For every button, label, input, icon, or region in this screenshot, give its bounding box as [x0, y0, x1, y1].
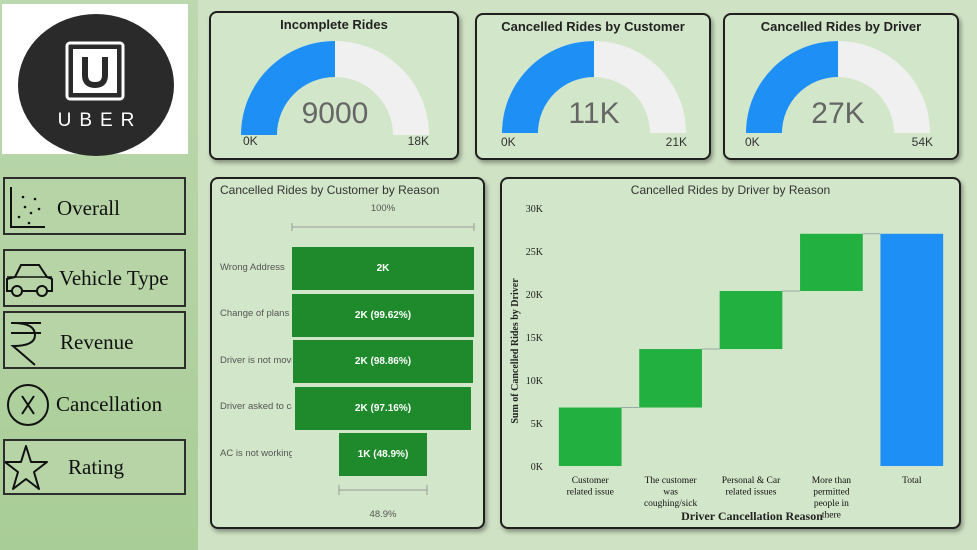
gauge-card-cancelled-by-customer[interactable]: Cancelled Rides by Customer 11K 0K 21K [475, 13, 711, 160]
nav-label: Vehicle Type [59, 266, 169, 290]
gauge-max-label: 54K [912, 135, 933, 149]
funnel-row-label: Wrong Address [220, 261, 285, 273]
funnel-bottom-label: 48.9% [369, 509, 397, 520]
funnel-row-label: Driver asked to cancel [220, 401, 292, 412]
funnel-bar[interactable]: 2K (98.86%) [293, 340, 473, 383]
y-tick-label: 0K [531, 462, 544, 473]
uber-mark-icon [65, 41, 125, 101]
funnel-bar[interactable]: 1K (48.9%) [338, 433, 428, 476]
y-tick-label: 30K [526, 204, 544, 215]
x-category-label: Total [902, 476, 922, 486]
funnel-chart: 100% 48.9% Wrong Address 2K Change of plan… [212, 179, 483, 527]
gauge-min-label: 0K [745, 135, 760, 149]
car-icon [6, 264, 53, 297]
gauge-max-label: 21K [666, 135, 687, 149]
waterfall-card[interactable]: Cancelled Rides by Driver by Reason Sum … [500, 177, 961, 529]
funnel-bar[interactable]: 2K (99.62%) [292, 293, 474, 337]
gauge: 27K 0K 54K [745, 41, 933, 149]
nav-label: Overall [57, 196, 120, 220]
nav-cancellation[interactable]: Cancellation [3, 372, 186, 430]
nav-vehicle-type[interactable]: Vehicle Type [3, 249, 186, 307]
y-tick-label: 5K [531, 419, 544, 430]
gauge-value: 9000 [302, 97, 369, 130]
gauge-max-label: 18K [408, 134, 429, 148]
x-category-label: Personal & Car related issues [722, 476, 781, 498]
gauge-card-incomplete-rides[interactable]: Incomplete Rides 9000 0K 18K [209, 11, 459, 160]
x-axis-title: Driver Cancellation Reason [681, 509, 823, 523]
gauge-value: 27K [811, 97, 864, 130]
waterfall-chart: Sum of Cancelled Rides by Driver Driver … [510, 204, 944, 523]
gauge: 9000 0K 18K [241, 41, 429, 148]
x-circle-icon [7, 384, 49, 426]
y-tick-label: 20K [526, 290, 544, 301]
y-tick-label: 10K [526, 376, 544, 387]
funnel-bar[interactable]: 2K (97.16%) [294, 386, 472, 430]
nav-label: Revenue [60, 330, 134, 354]
y-tick-label: 15K [526, 333, 544, 344]
gauge-card-cancelled-by-driver[interactable]: Cancelled Rides by Driver 27K 0K 54K [723, 13, 959, 160]
uber-logo: UBER [2, 4, 188, 156]
waterfall-bar[interactable] [558, 407, 622, 466]
rupee-icon [10, 322, 41, 366]
funnel-card[interactable]: Cancelled Rides by Customer by Reason 10… [210, 177, 485, 529]
nav-rating[interactable]: Rating [3, 439, 186, 495]
gauge-min-label: 0K [501, 135, 516, 149]
gauge-value: 11K [568, 97, 619, 130]
scatter-chart-icon [10, 187, 45, 228]
y-axis-title: Sum of Cancelled Rides by Driver [510, 278, 521, 424]
waterfall-total-bar[interactable] [880, 233, 944, 466]
sidebar: UBER Overall Vehicle Type Revenue Cancel… [0, 0, 198, 550]
logo-circle: UBER [18, 14, 174, 156]
funnel-bar[interactable]: 2K [292, 247, 474, 290]
x-category-label: The customer was coughing/sick [644, 476, 698, 509]
gauge-min-label: 0K [243, 134, 258, 148]
nav-label: Cancellation [56, 392, 163, 416]
funnel-row-label: Driver is not moving towards pickup loca… [220, 354, 292, 366]
waterfall-bar[interactable] [800, 233, 863, 291]
x-category-label: Customer related issue [567, 476, 614, 498]
logo-word: UBER [57, 110, 143, 131]
funnel-row-label: Change of plans [220, 308, 290, 319]
waterfall-bar[interactable] [719, 290, 783, 350]
waterfall-bar[interactable] [639, 349, 702, 408]
star-icon [5, 445, 48, 490]
nav-label: Rating [68, 455, 124, 479]
y-tick-label: 25K [526, 247, 544, 258]
nav-overall[interactable]: Overall [3, 177, 186, 235]
gauge: 11K 0K 21K [501, 41, 687, 149]
funnel-row-label: AC is not working [220, 447, 292, 459]
nav-revenue[interactable]: Revenue [3, 311, 186, 369]
